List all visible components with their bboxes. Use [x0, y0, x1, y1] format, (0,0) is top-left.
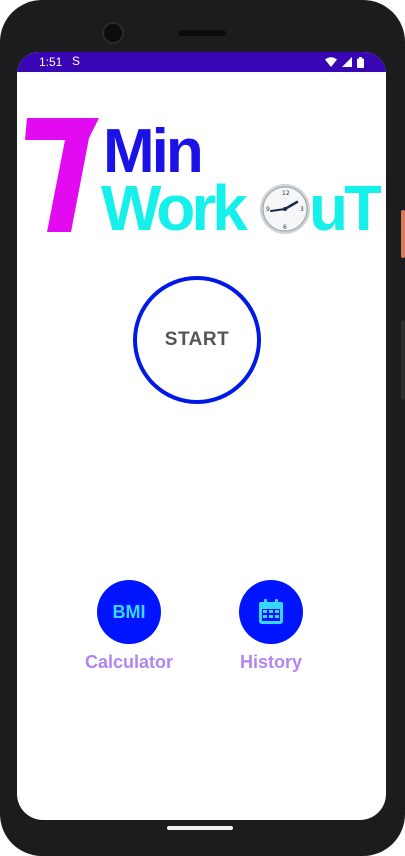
- logo-number-seven: [25, 118, 99, 232]
- start-button-label: START: [164, 329, 230, 350]
- notification-icon: S: [72, 54, 81, 68]
- bmi-button[interactable]: BMI: [97, 580, 161, 644]
- svg-text:6: 6: [283, 224, 287, 231]
- calendar-icon: [259, 599, 283, 624]
- wifi-icon: [325, 57, 337, 67]
- volume-button: [401, 320, 405, 400]
- status-bar: 1:51 S: [17, 52, 386, 72]
- app-screen: 1:51 S Min Work 12 3 6 9 uT START BMI Ca…: [17, 52, 386, 820]
- status-icons: [325, 56, 364, 68]
- svg-text:3: 3: [300, 206, 304, 213]
- history-action: History: [211, 580, 331, 680]
- phone-frame: 1:51 S Min Work 12 3 6 9 uT START BMI Ca…: [0, 0, 405, 856]
- bmi-calculator-label[interactable]: Calculator: [69, 652, 189, 673]
- svg-text:9: 9: [266, 206, 270, 213]
- top-bezel: [0, 0, 405, 52]
- power-button: [401, 210, 405, 258]
- front-camera: [102, 22, 124, 44]
- logo-word-work: Work: [101, 172, 248, 234]
- logo-word-ut: uT: [309, 172, 381, 234]
- history-button[interactable]: [239, 580, 303, 644]
- bmi-calculator-action: BMI Calculator: [69, 580, 189, 680]
- start-button[interactable]: START: [133, 276, 261, 404]
- bmi-icon-text: BMI: [112, 601, 146, 622]
- history-label[interactable]: History: [211, 652, 331, 673]
- svg-text:12: 12: [282, 190, 290, 197]
- home-indicator[interactable]: [167, 826, 233, 830]
- status-time: 1:51: [39, 55, 63, 69]
- battery-icon: [357, 56, 364, 68]
- clock-icon: 12 3 6 9: [260, 184, 310, 234]
- app-logo: Min Work 12 3 6 9 uT: [25, 117, 381, 234]
- earpiece-speaker: [178, 30, 226, 36]
- signal-icon: [342, 57, 352, 67]
